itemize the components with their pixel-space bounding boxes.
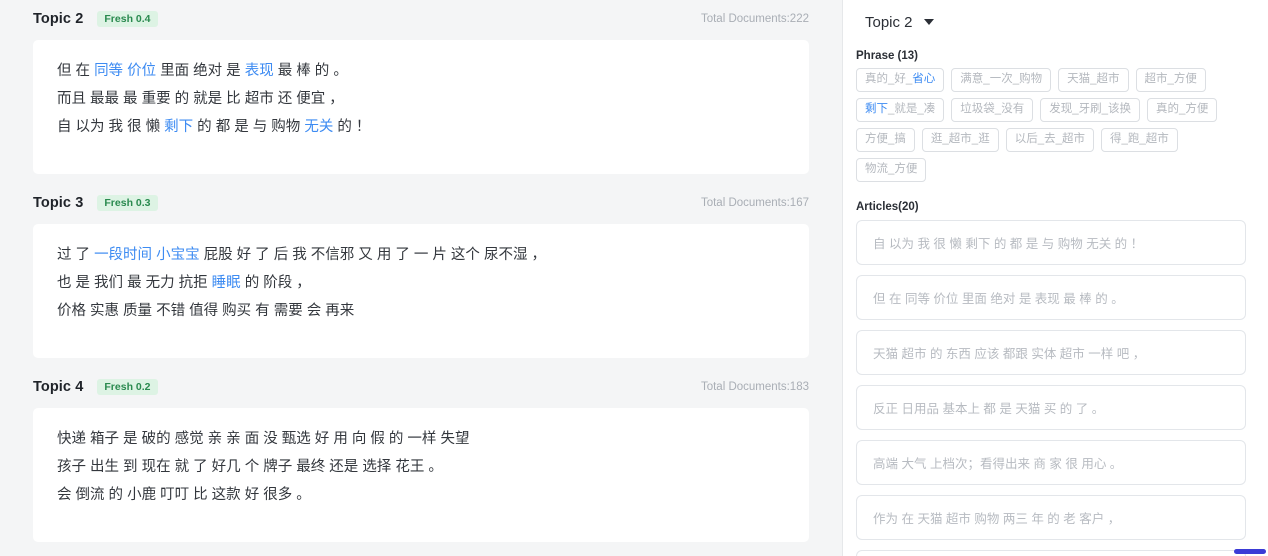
article-item[interactable]: 天猫 超市 的 东西 应该 都跟 实体 超市 一样 吧 ， [856, 330, 1246, 375]
plain-text: 逛_超市_逛 [930, 133, 990, 145]
freshness-badge: Fresh 0.2 [97, 378, 158, 396]
highlighted-term: 剩下 [865, 103, 888, 115]
plain-text: 真的_好_ [865, 73, 913, 85]
topic-card[interactable]: 过 了 一段时间 小宝宝 屁股 好 了 后 我 不信邪 又 用 了 一 片 这个… [33, 224, 809, 358]
phrase-chip[interactable]: 满意_一次_购物 [951, 68, 1052, 92]
article-item[interactable]: 反正 日用品 基本上 都 是 天猫 买 的 了 。 [856, 385, 1246, 430]
app-root: Topic 2 Fresh 0.4 Total Documents:222 但 在 同… [0, 0, 1268, 556]
freshness-badge: Fresh 0.3 [97, 194, 158, 212]
topic-selector-dropdown[interactable]: Topic 2 [854, 0, 1246, 44]
topic-sentence: 自 以为 我 很 懒 剩下 的 都 是 与 购物 无关 的 ！ [57, 113, 785, 141]
article-list: 自 以为 我 很 懒 剩下 的 都 是 与 购物 无关 的 ！ 但 在 同等 价位… [854, 220, 1246, 556]
topic-sentence: 价格 实惠 质量 不错 值得 购买 有 需要 会 再来 [57, 297, 785, 325]
topic-sentence: 也 是 我们 最 无力 抗拒 睡眠 的 阶段 ， [57, 269, 785, 297]
phrase-chip[interactable]: 超市_方便 [1135, 68, 1206, 92]
phrase-chip[interactable]: 方便_搞 [856, 128, 915, 152]
article-item[interactable]: 高端 大气 上档次；看得出来 商 家 很 用心 。 [856, 440, 1246, 485]
topic-sentence: 会 倒流 的 小鹿 叮叮 比 这款 好 很多 。 [57, 481, 785, 509]
plain-text: 而且 最最 最 重要 的 就是 比 超市 还 便宜 ， [57, 91, 344, 107]
plain-text: 屁股 好 了 后 我 不信邪 又 用 了 一 片 这个 尿不湿 ， [199, 247, 546, 263]
freshness-badge: Fresh 0.4 [97, 10, 158, 28]
plain-text: 得_跑_超市 [1110, 133, 1169, 145]
phrase-chip[interactable]: 真的_方便 [1147, 98, 1218, 122]
plain-text: 垃圾袋_没有 [960, 103, 1025, 115]
detail-panel: Topic 2 Phrase (13) 真的_好_省心 满意_一次_购物 天猫_超市… [843, 0, 1268, 556]
phrase-chip[interactable]: 垃圾袋_没有 [951, 98, 1034, 122]
plain-text: 满意_一次_购物 [960, 73, 1043, 85]
topic-title: Topic 2 [33, 11, 84, 27]
plain-text: 超市_方便 [1144, 73, 1197, 85]
article-item[interactable]: 但 在 同等 价位 里面 绝对 是 表现 最 棒 的 。 [856, 275, 1246, 320]
plain-text: 会 倒流 的 小鹿 叮叮 比 这款 好 很多 。 [57, 487, 311, 503]
topic-title: Topic 3 [33, 195, 84, 211]
topic-title: Topic 4 [33, 379, 84, 395]
phrase-section-label: Phrase (13) [856, 50, 919, 62]
total-documents-count: Total Documents:222 [700, 13, 809, 25]
plain-text: 过 了 [57, 247, 95, 263]
plain-text: 物流_方便 [865, 163, 918, 175]
plain-text: 快递 箱子 是 破的 感觉 亲 亲 面 没 甄选 好 用 向 假 的 一样 失望 [57, 431, 470, 447]
chevron-down-icon [923, 19, 934, 25]
topic-selector-label: Topic 2 [865, 13, 913, 31]
topic-header: Topic 2 Fresh 0.4 Total Documents:222 [33, 0, 809, 33]
phrase-chip[interactable]: 真的_好_省心 [856, 68, 945, 92]
plain-text: 方便_搞 [865, 133, 906, 145]
plain-text: 发现_牙刷_该换 [1049, 103, 1131, 115]
plain-text: _就是_凑 [888, 103, 936, 115]
phrase-chip[interactable]: 逛_超市_逛 [921, 128, 999, 152]
horizontal-scrollbar-thumb[interactable] [1234, 549, 1266, 554]
plain-text: 以后_去_超市 [1014, 133, 1085, 145]
article-item[interactable]: 作为 在 天猫 超市 购物 两三 年 的 老 客户 ， [856, 495, 1246, 540]
phrase-chip[interactable]: 物流_方便 [856, 158, 927, 182]
plain-text: 的 阶段 ， [240, 275, 311, 291]
topic-sentence: 但 在 同等 价位 里面 绝对 是 表现 最 棒 的 。 [57, 57, 785, 85]
highlighted-term: 一段时间 小宝宝 [94, 247, 200, 263]
highlighted-term: 睡眠 [211, 275, 241, 291]
topic-card[interactable]: 但 在 同等 价位 里面 绝对 是 表现 最 棒 的 。而且 最最 最 重要 的… [33, 40, 809, 174]
phrase-chip[interactable]: 天猫_超市 [1058, 68, 1129, 92]
phrase-chip[interactable]: 以后_去_超市 [1005, 128, 1094, 152]
topic-sentence: 过 了 一段时间 小宝宝 屁股 好 了 后 我 不信邪 又 用 了 一 片 这个… [57, 241, 785, 269]
topic-sentence: 孩子 出生 到 现在 就 了 好几 个 牌子 最终 还是 选择 花王 。 [57, 453, 785, 481]
highlighted-term: 同等 价位 [94, 63, 157, 79]
phrase-chip-list: 真的_好_省心 满意_一次_购物 天猫_超市 超市_方便剩下_就是_凑 垃圾袋_没有 发现… [854, 68, 1246, 182]
plain-text: 但 在 [57, 63, 95, 79]
plain-text: 里面 绝对 是 [156, 63, 245, 79]
plain-text: 价格 实惠 质量 不错 值得 购买 有 需要 会 再来 [57, 303, 355, 319]
topic-block: Topic 4 Fresh 0.2 Total Documents:183 快递 箱子… [0, 368, 842, 542]
plain-text: 也 是 我们 最 无力 抗拒 [57, 275, 212, 291]
total-documents-count: Total Documents:183 [700, 381, 809, 393]
topic-card[interactable]: 快递 箱子 是 破的 感觉 亲 亲 面 没 甄选 好 用 向 假 的 一样 失望… [33, 408, 809, 542]
plain-text: 的 ！ [333, 119, 371, 135]
highlighted-term: 无关 [304, 119, 334, 135]
phrase-chip[interactable]: 得_跑_超市 [1101, 128, 1178, 152]
plain-text: 孩子 出生 到 现在 就 了 好几 个 牌子 最终 还是 选择 花王 。 [57, 459, 443, 475]
highlighted-term: 剩下 [164, 119, 194, 135]
vertical-scrollbar[interactable] [1261, 176, 1265, 548]
highlighted-term: 表现 [244, 63, 274, 79]
phrase-chip[interactable]: 剩下_就是_凑 [856, 98, 945, 122]
topic-header: Topic 3 Fresh 0.3 Total Documents:167 [33, 184, 809, 217]
total-documents-count: Total Documents:167 [700, 197, 809, 209]
topic-block: Topic 3 Fresh 0.3 Total Documents:167 过 了 一… [0, 184, 842, 358]
topic-list: Topic 2 Fresh 0.4 Total Documents:222 但 在 同… [0, 0, 842, 542]
plain-text: 的 都 是 与 购物 [193, 119, 305, 135]
article-item[interactable]: 京东 买 东西 就是 方便 搞 促销 的 时候 ， [856, 550, 1246, 556]
plain-text: 真的_方便 [1156, 103, 1209, 115]
topic-block: Topic 2 Fresh 0.4 Total Documents:222 但 在 同… [0, 0, 842, 174]
topic-sentence: 快递 箱子 是 破的 感觉 亲 亲 面 没 甄选 好 用 向 假 的 一样 失望 [57, 425, 785, 453]
highlighted-term: 省心 [912, 73, 936, 85]
phrase-chip[interactable]: 发现_牙刷_该换 [1040, 98, 1140, 122]
topics-panel: Topic 2 Fresh 0.4 Total Documents:222 但 在 同… [0, 0, 843, 556]
plain-text: 天猫_超市 [1067, 73, 1120, 85]
plain-text: 最 棒 的 。 [273, 63, 348, 79]
article-item[interactable]: 自 以为 我 很 懒 剩下 的 都 是 与 购物 无关 的 ！ [856, 220, 1246, 265]
topic-sentence: 而且 最最 最 重要 的 就是 比 超市 还 便宜 ， [57, 85, 785, 113]
articles-section-label: Articles(20) [856, 201, 919, 213]
plain-text: 自 以为 我 很 懒 [57, 119, 165, 135]
topic-header: Topic 4 Fresh 0.2 Total Documents:183 [33, 368, 809, 401]
